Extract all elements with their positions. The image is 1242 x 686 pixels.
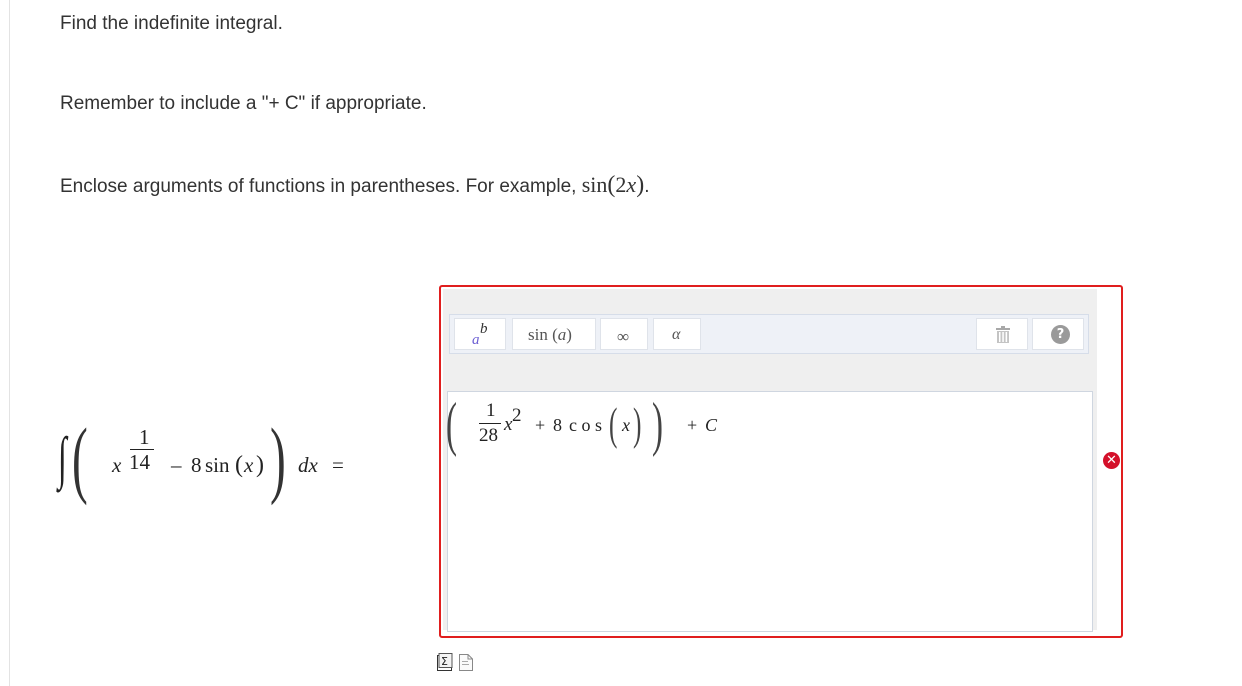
instruction-text-3-period: . bbox=[644, 176, 650, 197]
help-icon: ? bbox=[1051, 325, 1070, 344]
superscript-button[interactable]: a b bbox=[454, 318, 506, 350]
base-x: x bbox=[112, 453, 122, 477]
sin-function: sin bbox=[205, 453, 230, 477]
differential: dx bbox=[298, 453, 318, 477]
answer-frac-denominator: 28 bbox=[479, 425, 498, 446]
equation-editor-icon[interactable]: Σ bbox=[437, 653, 453, 672]
answer-frac-numerator: 1 bbox=[486, 400, 496, 421]
sin-button-arg: a bbox=[557, 325, 567, 344]
answer-coef: 8 bbox=[553, 415, 562, 435]
answer-plus-2: + bbox=[687, 415, 698, 435]
exponent-denominator: 14 bbox=[129, 450, 150, 474]
sin-button-label: sin bbox=[528, 325, 548, 344]
equals-sign: = bbox=[332, 453, 344, 477]
infinity-button[interactable]: ∞ bbox=[600, 318, 648, 350]
answer-box[interactable]: a b sin (a) ∞ α ? ( 1 28 x 2 + 8 c o s (… bbox=[439, 285, 1123, 638]
exponent-numerator: 1 bbox=[139, 425, 150, 449]
sin-argument: x bbox=[244, 453, 254, 477]
example-coef: 2 bbox=[615, 172, 627, 197]
example-fn: sin bbox=[581, 172, 608, 197]
error-icon: ✕ bbox=[1103, 452, 1120, 469]
example-expression: sin(2x) bbox=[581, 172, 645, 198]
answer-fraction-bar bbox=[479, 423, 501, 424]
answer-power: 2 bbox=[512, 405, 522, 426]
instruction-text-1: Find the indefinite integral. bbox=[60, 13, 283, 34]
answer-arg: x bbox=[622, 415, 630, 435]
svg-text:Σ: Σ bbox=[441, 655, 448, 668]
answer-fn: c o s bbox=[569, 415, 602, 435]
alpha-symbol: α bbox=[672, 326, 681, 343]
example-var: x bbox=[626, 172, 637, 197]
integral-sign: ∫ bbox=[58, 425, 67, 490]
instruction-text-3-prefix: Enclose arguments of functions in parent… bbox=[60, 176, 577, 197]
trash-icon bbox=[996, 326, 1010, 343]
document-icon[interactable] bbox=[458, 653, 474, 672]
coefficient-8: 8 bbox=[191, 453, 202, 477]
answer-constant: C bbox=[705, 415, 718, 435]
sin-button[interactable]: sin (a) bbox=[512, 318, 596, 350]
help-button[interactable]: ? bbox=[1032, 318, 1084, 350]
instruction-text-3: Enclose arguments of functions in parent… bbox=[60, 172, 649, 199]
close-paren: ) bbox=[270, 410, 286, 506]
left-divider bbox=[9, 0, 10, 686]
infinity-symbol: ∞ bbox=[617, 327, 630, 346]
superscript-base: a bbox=[472, 332, 480, 348]
instruction-text-2: Remember to include a "+ C" if appropria… bbox=[60, 93, 427, 114]
answer-plus-1: + bbox=[535, 415, 546, 435]
superscript-exp: b bbox=[480, 321, 488, 337]
answer-editor[interactable]: ( 1 28 x 2 + 8 c o s ( x ) ) + C bbox=[446, 391, 1093, 632]
alpha-button[interactable]: α bbox=[653, 318, 701, 350]
trash-button[interactable] bbox=[976, 318, 1028, 350]
problem-integral: ∫ ( x 1 14 – 8 sin ( x ) ) dx = bbox=[58, 410, 344, 506]
math-toolbar: a b sin (a) ∞ α ? bbox=[449, 314, 1089, 354]
minus-sign: – bbox=[171, 453, 182, 477]
open-paren: ( bbox=[72, 410, 88, 506]
